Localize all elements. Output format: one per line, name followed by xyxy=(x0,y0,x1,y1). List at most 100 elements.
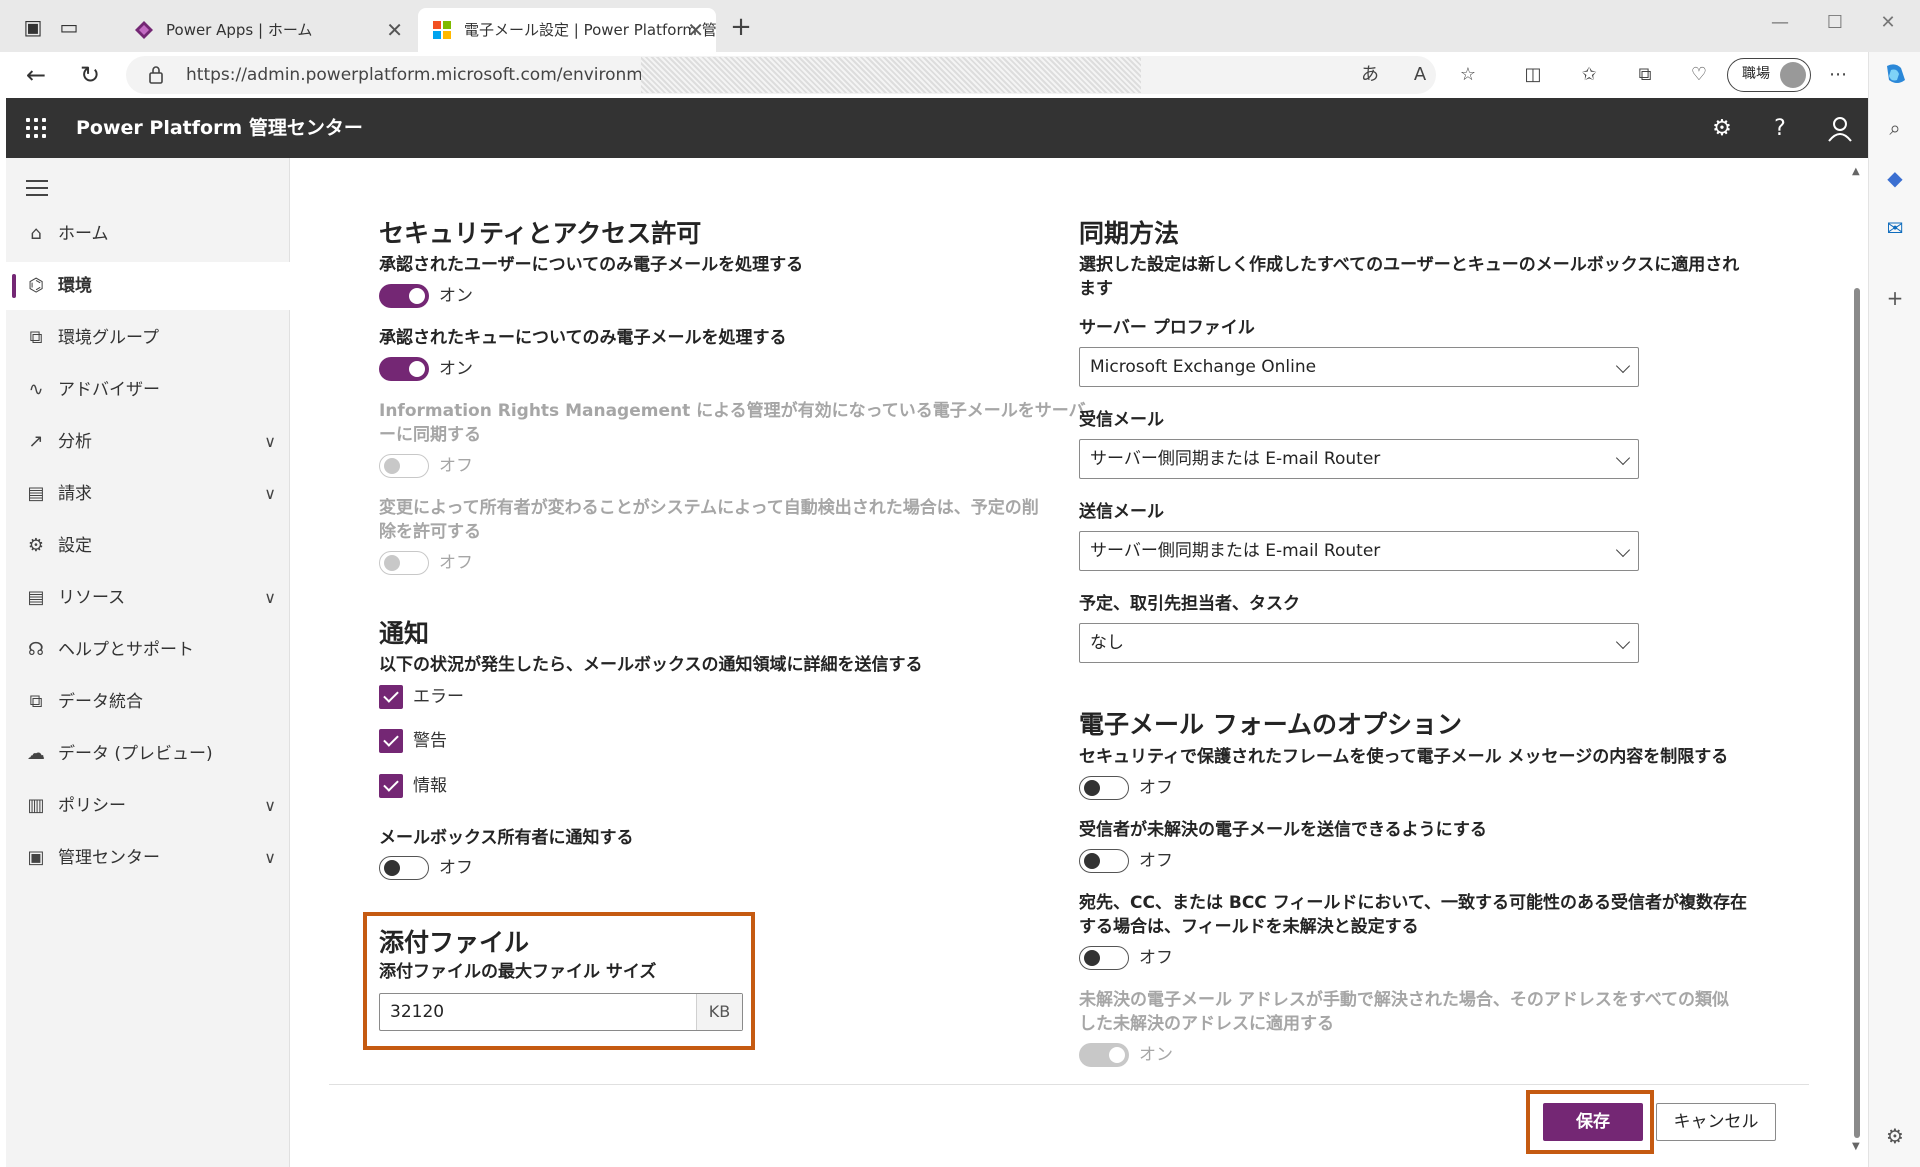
page-scrollbar[interactable]: ▲ ▼ xyxy=(1848,160,1866,1160)
nav-label: ポリシー xyxy=(58,796,126,816)
avatar xyxy=(1780,62,1806,88)
toggle-state: オン xyxy=(439,286,473,306)
app-title[interactable]: Power Platform 管理センター xyxy=(76,98,363,158)
collections-icon[interactable]: ⧉ xyxy=(1630,60,1660,90)
back-icon[interactable]: ← xyxy=(20,59,52,91)
nav-item-environment-groups[interactable]: ⧉ 環境グループ xyxy=(6,314,290,362)
close-tab-icon[interactable]: ✕ xyxy=(386,8,403,52)
edge-sidebar: ⌕ ◆ ✉ + ⚙ xyxy=(1868,52,1920,1167)
refresh-icon[interactable]: ↻ xyxy=(74,59,106,91)
tab-power-apps[interactable]: Power Apps | ホーム ✕ xyxy=(120,8,415,52)
nav-item-advisor[interactable]: ∿ アドバイザー xyxy=(6,366,290,414)
security-item-label: Information Rights Management による管理が有効にな… xyxy=(379,401,1086,421)
outlook-icon[interactable]: ✉ xyxy=(1881,214,1909,242)
scrollbar-thumb[interactable] xyxy=(1854,288,1860,1138)
set-unresolved-toggle[interactable] xyxy=(1079,946,1129,970)
profile-button[interactable]: 職場 xyxy=(1727,58,1811,92)
environment-icon: ⌬ xyxy=(28,275,44,296)
incoming-email-dropdown[interactable]: サーバー側同期または E-mail Router xyxy=(1079,439,1639,479)
more-icon[interactable]: ⋯ xyxy=(1823,60,1853,90)
chevron-down-icon xyxy=(1615,542,1631,558)
tab-email-settings[interactable]: 電子メール設定 | Power Platform 管 ✕ xyxy=(418,8,716,52)
error-checkbox[interactable] xyxy=(379,685,403,709)
warning-checkbox[interactable] xyxy=(379,729,403,753)
apply-resolution-toggle[interactable] xyxy=(1079,1043,1129,1067)
minimize-icon[interactable]: — xyxy=(1760,8,1800,38)
nav-item-settings[interactable]: ⚙ 設定 xyxy=(6,522,290,570)
sidebar-settings-icon[interactable]: ⚙ xyxy=(1881,1122,1909,1150)
nav-item-admin-centers[interactable]: ▣ 管理センター ∨ xyxy=(6,834,290,882)
dropdown-value: サーバー側同期または E-mail Router xyxy=(1090,449,1381,469)
approved-users-toggle[interactable] xyxy=(379,284,429,308)
nav-item-data-integration[interactable]: ⧉ データ統合 xyxy=(6,678,290,726)
new-tab-button[interactable]: + xyxy=(725,12,757,44)
max-attachment-size-input[interactable]: 32120 KB xyxy=(379,993,743,1031)
read-aloud-icon[interactable]: A xyxy=(1405,60,1435,90)
irm-sync-toggle[interactable] xyxy=(379,454,429,478)
account-icon[interactable] xyxy=(1824,113,1856,145)
cancel-button[interactable]: キャンセル xyxy=(1656,1103,1776,1141)
nav-label: リソース xyxy=(58,588,126,608)
appointments-contacts-tasks-dropdown[interactable]: なし xyxy=(1079,623,1639,663)
nav-item-data-preview[interactable]: ☁ データ (プレビュー) xyxy=(6,730,290,778)
notify-owner-toggle[interactable] xyxy=(379,856,429,880)
unresolved-send-toggle[interactable] xyxy=(1079,849,1129,873)
nav-item-home[interactable]: ⌂ ホーム xyxy=(6,210,290,258)
breadcrumb[interactable]: ______ xyxy=(369,150,414,164)
security-item-label: ーに同期する xyxy=(379,425,481,445)
info-checkbox[interactable] xyxy=(379,774,403,798)
browser-essentials-icon[interactable]: ♡ xyxy=(1684,60,1714,90)
address-bar[interactable]: https://admin.powerplatform.microsoft.co… xyxy=(126,56,1436,94)
nav-label: 請求 xyxy=(58,484,92,504)
shopping-icon[interactable]: ◆ xyxy=(1881,164,1909,192)
allow-appointment-delete-toggle[interactable] xyxy=(379,551,429,575)
chevron-down-icon xyxy=(1615,450,1631,466)
toggle-state: オフ xyxy=(439,456,473,476)
app-launcher-icon[interactable] xyxy=(26,118,48,140)
translate-icon[interactable]: あ xyxy=(1355,60,1385,90)
favorite-star-icon[interactable]: ☆ xyxy=(1453,60,1483,90)
help-icon[interactable]: ? xyxy=(1764,113,1796,145)
nav-label: ホーム xyxy=(58,224,109,244)
nav-item-billing[interactable]: ▤ 請求 ∨ xyxy=(6,470,290,518)
secure-frame-toggle[interactable] xyxy=(1079,776,1129,800)
outgoing-email-dropdown[interactable]: サーバー側同期または E-mail Router xyxy=(1079,531,1639,571)
tab-actions-icon[interactable]: ▭ xyxy=(54,12,84,42)
gear-icon: ⚙ xyxy=(27,535,45,556)
server-profile-dropdown[interactable]: Microsoft Exchange Online xyxy=(1079,347,1639,387)
favorites-icon[interactable]: ✩ xyxy=(1574,60,1604,90)
chevron-down-icon: ∨ xyxy=(264,796,276,815)
cloud-icon: ☁ xyxy=(27,743,45,764)
save-button[interactable]: 保存 xyxy=(1543,1103,1643,1141)
search-icon[interactable]: ⌕ xyxy=(1881,114,1909,142)
nav-item-policies[interactable]: ▥ ポリシー ∨ xyxy=(6,782,290,830)
close-window-icon[interactable]: ✕ xyxy=(1868,8,1908,38)
profile-label: 職場 xyxy=(1742,66,1770,82)
scroll-up-icon[interactable]: ▲ xyxy=(1852,166,1860,177)
unit-suffix: KB xyxy=(696,994,742,1030)
settings-gear-icon[interactable]: ⚙ xyxy=(1706,113,1738,145)
nav-label: データ (プレビュー) xyxy=(58,744,213,764)
security-item-label: 承認されたユーザーについてのみ電子メールを処理する xyxy=(379,255,804,275)
close-tab-icon[interactable]: ✕ xyxy=(687,8,704,52)
workspaces-icon[interactable]: ▣ xyxy=(18,12,48,42)
hamburger-menu-icon[interactable] xyxy=(26,180,48,196)
policy-icon: ▥ xyxy=(27,795,45,816)
formopt-label: した未解決のアドレスに適用する xyxy=(1079,1014,1334,1034)
split-screen-icon[interactable]: ◫ xyxy=(1518,60,1548,90)
app-header: Power Platform 管理センター ⚙ ? xyxy=(6,98,1868,158)
microsoft-icon xyxy=(433,21,451,39)
formopt-label: する場合は、フィールドを未解決と設定する xyxy=(1079,917,1419,937)
environment-group-icon: ⧉ xyxy=(29,327,43,348)
nav-item-analytics[interactable]: ↗ 分析 ∨ xyxy=(6,418,290,466)
approved-queues-toggle[interactable] xyxy=(379,357,429,381)
toggle-state: オフ xyxy=(1139,948,1173,968)
billing-icon: ▤ xyxy=(27,483,45,504)
copilot-icon[interactable] xyxy=(1881,60,1909,88)
nav-item-environments[interactable]: ⌬ 環境 xyxy=(6,262,290,310)
scroll-down-icon[interactable]: ▼ xyxy=(1852,1141,1860,1152)
nav-item-help-support[interactable]: ☊ ヘルプとサポート xyxy=(6,626,290,674)
maximize-icon[interactable]: ☐ xyxy=(1815,8,1855,38)
nav-item-resources[interactable]: ▤ リソース ∨ xyxy=(6,574,290,622)
add-sidebar-app-icon[interactable]: + xyxy=(1881,284,1909,312)
